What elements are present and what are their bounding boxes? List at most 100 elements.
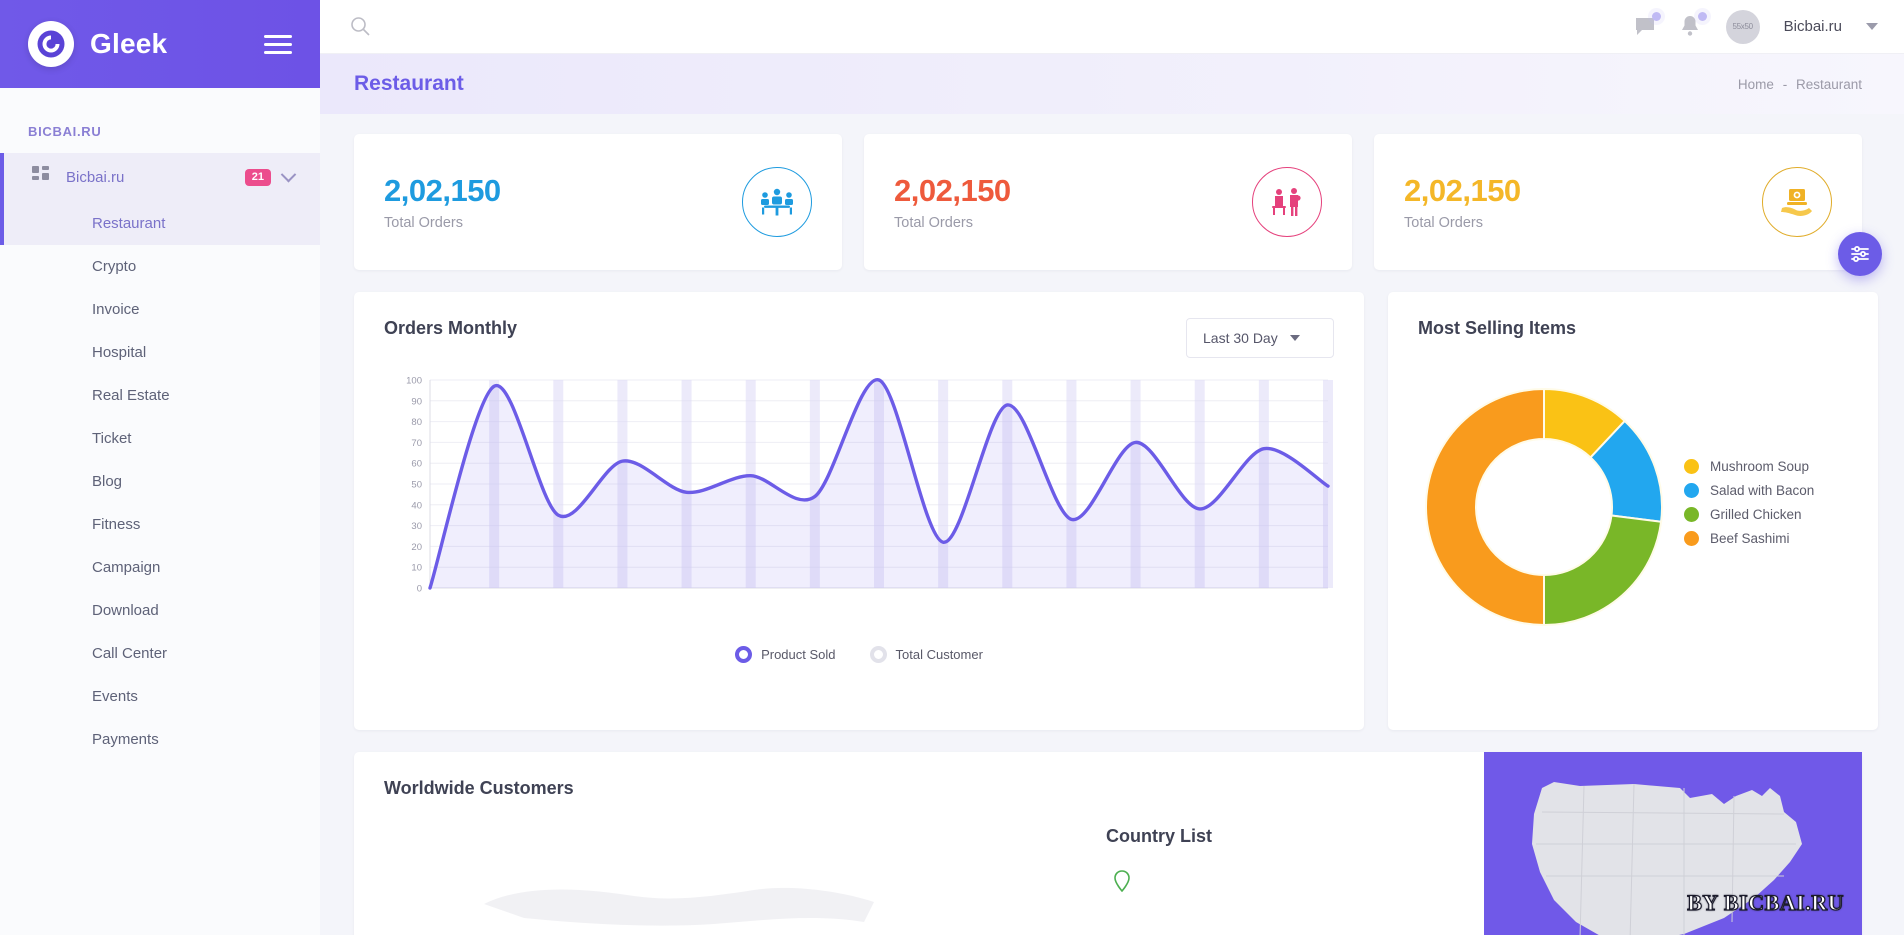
sidebar-section-title: BICBAI.RU <box>28 124 102 139</box>
legend-label: Total Customer <box>895 647 983 662</box>
y-axis-tick-label: 70 <box>411 438 422 449</box>
donut-legend: Mushroom Soup Salad with Bacon Grilled Chi… <box>1684 459 1814 555</box>
donut-legend-item-beef-sashimi[interactable]: Beef Sashimi <box>1684 531 1814 546</box>
topbar-actions: 55x50 Bicbai.ru <box>1634 9 1878 44</box>
sidebar-item-ticket[interactable]: Ticket <box>0 417 320 460</box>
user-name[interactable]: Bicbai.ru <box>1784 18 1842 35</box>
app-root: Gleek BICBAI.RU Bicbai.ru 21 Restaurant C… <box>0 0 1904 935</box>
stat-label: Total Orders <box>1404 215 1483 231</box>
content: 2,02,150 Total Orders 2,02,150 Total Ord… <box>320 114 1904 935</box>
world-map-graphic <box>484 887 874 926</box>
avatar[interactable]: 55x50 <box>1725 9 1760 44</box>
donut-legend-item-salad-with-bacon[interactable]: Salad with Bacon <box>1684 483 1814 498</box>
main-area: 55x50 Bicbai.ru Restaurant Home - Restau… <box>320 0 1904 935</box>
sidebar-item-crypto[interactable]: Crypto <box>0 245 320 288</box>
sidebar: Gleek BICBAI.RU Bicbai.ru 21 Restaurant C… <box>0 0 320 935</box>
orders-card-title: Orders Monthly <box>384 318 518 338</box>
stat-card-orders-3: 2,02,150 Total Orders <box>1374 134 1862 270</box>
donut-slice-grilled-chicken[interactable] <box>1543 514 1663 627</box>
y-axis-tick-label: 80 <box>411 417 422 428</box>
period-select-value: Last 30 Day <box>1203 330 1278 346</box>
y-axis-tick-label: 100 <box>406 376 422 387</box>
sidebar-group-label: Bicbai.ru <box>66 169 125 186</box>
legend-label: Grilled Chicken <box>1710 507 1802 522</box>
y-axis-tick-label: 90 <box>411 396 422 407</box>
donut-slice-beef-sashimi[interactable] <box>1425 387 1545 627</box>
line-chart-svg: 0 10 20 30 40 50 60 70 80 90 100 <box>406 376 1333 595</box>
stat-label: Total Orders <box>384 215 463 231</box>
brand-header: Gleek <box>0 0 320 88</box>
chevron-down-icon[interactable] <box>280 166 297 183</box>
sidebar-item-restaurant[interactable]: Restaurant <box>0 202 320 245</box>
bell-icon[interactable] <box>1680 11 1707 39</box>
sidebar-item-download[interactable]: Download <box>0 589 320 632</box>
legend-item-product-sold[interactable]: Product Sold <box>735 646 836 663</box>
pagehead: Restaurant Home - Restaurant <box>320 54 1904 114</box>
stat-card-row: 2,02,150 Total Orders 2,02,150 Total Ord… <box>354 134 1862 270</box>
legend-color-dot <box>1684 483 1699 498</box>
sidebar-item-campaign[interactable]: Campaign <box>0 546 320 589</box>
topbar: 55x50 Bicbai.ru <box>320 0 1904 54</box>
period-select[interactable]: Last 30 Day <box>1186 318 1334 358</box>
sidebar-item-call-center[interactable]: Call Center <box>0 632 320 675</box>
orders-chart-legend: Product Sold Total Customer <box>384 646 1334 663</box>
sidebar-group-bicbai[interactable]: Bicbai.ru 21 <box>0 153 320 202</box>
caret-down-icon[interactable] <box>1866 23 1878 30</box>
legend-marker-icon <box>869 646 887 663</box>
legend-label: Salad with Bacon <box>1710 483 1815 498</box>
stat-value: 2,02,150 <box>1404 173 1521 208</box>
hamburger-icon[interactable] <box>264 34 292 54</box>
donut-chart-area: Mushroom Soup Salad with Bacon Grilled Chi… <box>1418 381 1848 633</box>
sidebar-sub-list: Restaurant Crypto Invoice Hospital Real Esta… <box>0 202 320 761</box>
stat-card-orders-2: 2,02,150 Total Orders <box>864 134 1352 270</box>
legend-color-dot <box>1684 531 1699 546</box>
legend-marker-icon <box>735 646 753 663</box>
selling-card-title: Most Selling Items <box>1418 318 1577 338</box>
legend-label: Mushroom Soup <box>1710 459 1810 474</box>
cash-hand-icon <box>1762 167 1832 237</box>
legend-color-dot <box>1684 459 1699 474</box>
sidebar-item-real-estate[interactable]: Real Estate <box>0 374 320 417</box>
orders-card-head: Orders Monthly Last 30 Day <box>384 318 1334 358</box>
sidebar-item-invoice[interactable]: Invoice <box>0 288 320 331</box>
stat-value: 2,02,150 <box>894 173 1011 208</box>
sidebar-item-blog[interactable]: Blog <box>0 460 320 503</box>
brand-name: Gleek <box>90 28 168 59</box>
message-badge-dot <box>1651 11 1661 21</box>
gleek-logo-icon <box>28 21 74 67</box>
waiter-serving-icon <box>1252 167 1322 237</box>
sidebar-item-hospital[interactable]: Hospital <box>0 331 320 374</box>
legend-item-total-customer[interactable]: Total Customer <box>869 646 983 663</box>
page-title: Restaurant <box>354 72 464 95</box>
y-axis-tick-label: 30 <box>411 521 422 532</box>
donut-legend-item-grilled-chicken[interactable]: Grilled Chicken <box>1684 507 1814 522</box>
breadcrumb: Home - Restaurant <box>1738 77 1862 92</box>
search-icon[interactable] <box>348 14 374 40</box>
y-axis-tick-label: 0 <box>417 584 422 595</box>
settings-fab-button[interactable] <box>1838 232 1882 276</box>
y-axis-tick-label: 60 <box>411 459 422 470</box>
sidebar-item-payments[interactable]: Payments <box>0 718 320 761</box>
donut-legend-item-mushroom-soup[interactable]: Mushroom Soup <box>1684 459 1814 474</box>
most-selling-items-card: Most Selling Items Mushroom Soup Salad wi… <box>1388 292 1878 730</box>
country-list-title: Country List <box>1106 826 1212 846</box>
table-guests-icon <box>742 167 812 237</box>
sidebar-item-events[interactable]: Events <box>0 675 320 718</box>
breadcrumb-current: Restaurant <box>1795 76 1862 92</box>
watermark-text: BY BICBAI.RU <box>1687 889 1844 915</box>
message-icon[interactable] <box>1634 11 1661 39</box>
legend-label: Product Sold <box>761 647 836 662</box>
y-axis-tick-label: 10 <box>411 563 422 574</box>
orders-line-chart: 0 10 20 30 40 50 60 70 80 90 100 <box>384 374 1334 644</box>
stat-card-orders-1: 2,02,150 Total Orders <box>354 134 842 270</box>
watermark-panel: BY BICBAI.RU <box>1484 752 1862 935</box>
breadcrumb-separator: - <box>1782 76 1788 92</box>
sidebar-item-fitness[interactable]: Fitness <box>0 503 320 546</box>
grid-icon <box>32 166 50 189</box>
sidebar-group-badge: 21 <box>244 168 271 187</box>
legend-color-dot <box>1684 507 1699 522</box>
stat-label: Total Orders <box>894 215 973 231</box>
orders-monthly-card: Orders Monthly Last 30 Day 0 10 20 30 40 50 60… <box>354 292 1364 730</box>
breadcrumb-home[interactable]: Home <box>1738 77 1774 92</box>
chevron-down-icon <box>1289 335 1300 341</box>
